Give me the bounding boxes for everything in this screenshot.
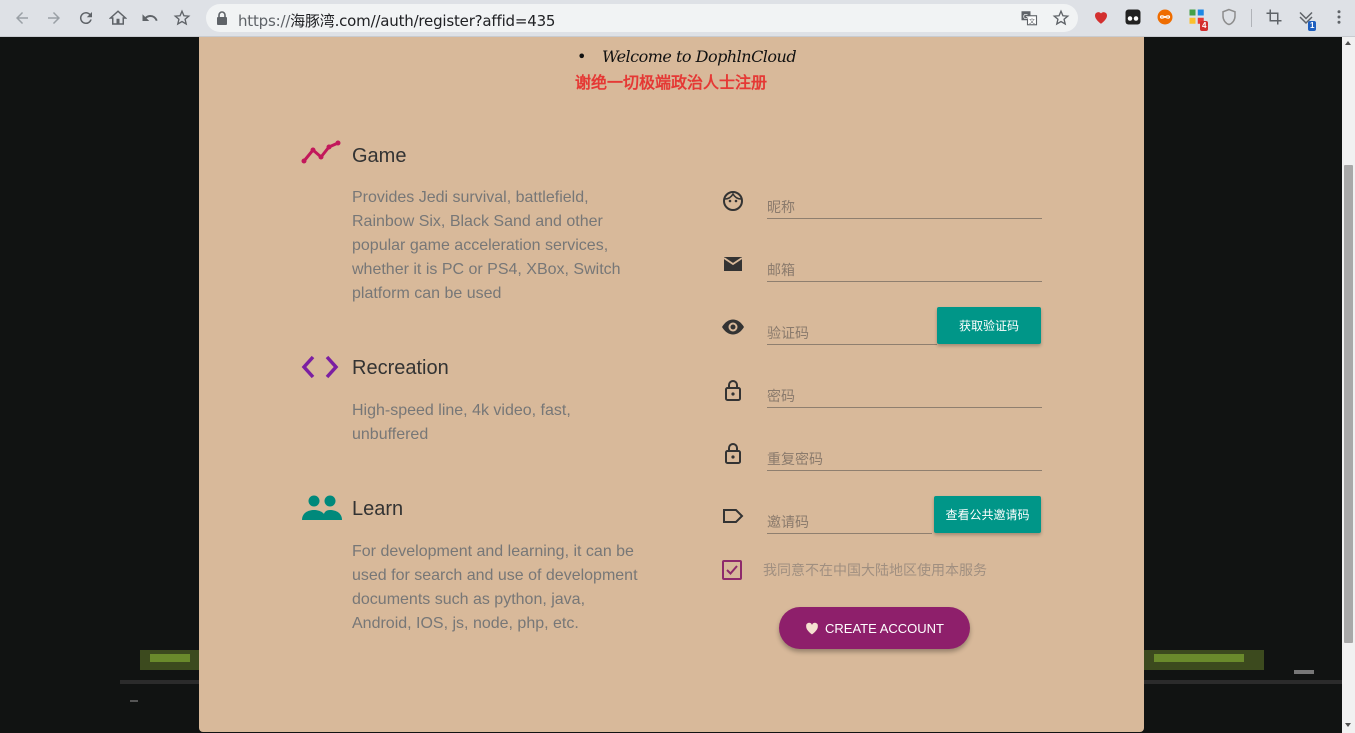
page-scrollbar[interactable] [1342, 37, 1355, 733]
star-icon[interactable] [170, 6, 194, 30]
agree-label: 我同意不在中国大陆地区使用本服务 [763, 563, 987, 579]
verification-code-input[interactable] [767, 315, 937, 345]
address-bar[interactable]: https://海豚湾.com//auth/register?affid=435… [206, 4, 1078, 32]
feature-title: Recreation [352, 357, 449, 379]
background-pixel-art [120, 650, 200, 702]
password-field [721, 378, 1043, 418]
feature-desc: High-speed line, 4k video, fast, unbuffe… [352, 402, 571, 443]
crop-icon[interactable] [1265, 8, 1283, 26]
welcome-text: Welcome to DophlnCloud [577, 47, 797, 66]
svg-text:G: G [1023, 13, 1028, 21]
feature-desc: For development and learning, it can be … [352, 543, 638, 632]
feature-desc: Provides Jedi survival, battlefield, Rai… [352, 189, 621, 302]
create-account-button[interactable]: CREATE ACCOUNT [779, 607, 970, 649]
forward-icon[interactable] [42, 6, 66, 30]
home-icon[interactable] [106, 6, 130, 30]
label-icon [723, 509, 744, 523]
nickname-input[interactable] [767, 189, 1042, 219]
face-icon [723, 191, 743, 211]
background-pixel-art-right [1144, 650, 1344, 684]
reload-icon[interactable] [74, 6, 98, 30]
code-icon [301, 355, 339, 379]
nickname-field [721, 189, 1043, 229]
feature-title: Learn [352, 498, 404, 520]
get-code-button[interactable]: 获取验证码 [937, 307, 1041, 344]
infinity-extension-icon[interactable] [1156, 8, 1174, 26]
agree-checkbox[interactable] [722, 560, 742, 580]
lock-icon [217, 11, 227, 25]
extension-badge: 4 [1200, 21, 1209, 31]
shield-extension-icon[interactable] [1220, 8, 1238, 26]
repeat-password-input[interactable] [767, 441, 1042, 471]
browser-toolbar: https://海豚湾.com//auth/register?affid=435… [0, 0, 1355, 37]
email-field [721, 252, 1043, 292]
url-text: https://海豚湾.com//auth/register?affid=435 [238, 12, 556, 30]
trending-icon [301, 140, 341, 164]
lock-icon [725, 443, 741, 464]
eye-icon [722, 319, 744, 335]
mail-icon [723, 257, 743, 271]
people-icon [302, 495, 342, 520]
view-invite-code-button[interactable]: 查看公共邀请码 [934, 496, 1041, 533]
menu-icon[interactable] [1330, 8, 1348, 26]
heart-icon [806, 622, 818, 634]
password-input[interactable] [767, 378, 1042, 408]
create-account-label: CREATE ACCOUNT [825, 620, 944, 636]
repeat-password-field [721, 441, 1043, 481]
bookmark-star-icon[interactable] [1052, 9, 1070, 27]
tampermonkey-icon[interactable] [1124, 8, 1142, 26]
translate-icon[interactable]: G 文 [1020, 9, 1038, 27]
lock-icon [725, 380, 741, 401]
check-icon [726, 565, 738, 575]
invite-code-input[interactable] [767, 504, 932, 534]
scroll-down-arrow[interactable] [1345, 723, 1351, 727]
toolbar-divider [1251, 9, 1252, 27]
scroll-thumb[interactable] [1344, 165, 1353, 643]
scroll-up-arrow[interactable] [1345, 41, 1351, 45]
feature-title: Game [352, 145, 407, 167]
extension-badge-2: 1 [1308, 21, 1317, 31]
back-icon[interactable] [10, 6, 34, 30]
register-card: Welcome to DophlnCloud 谢绝一切极端政治人士注册 Game… [199, 37, 1144, 732]
undo-icon[interactable] [138, 6, 162, 30]
email-input[interactable] [767, 252, 1042, 282]
heart-extension-icon[interactable] [1092, 8, 1110, 26]
warning-text: 谢绝一切极端政治人士注册 [575, 73, 768, 92]
svg-text:文: 文 [1029, 17, 1035, 25]
